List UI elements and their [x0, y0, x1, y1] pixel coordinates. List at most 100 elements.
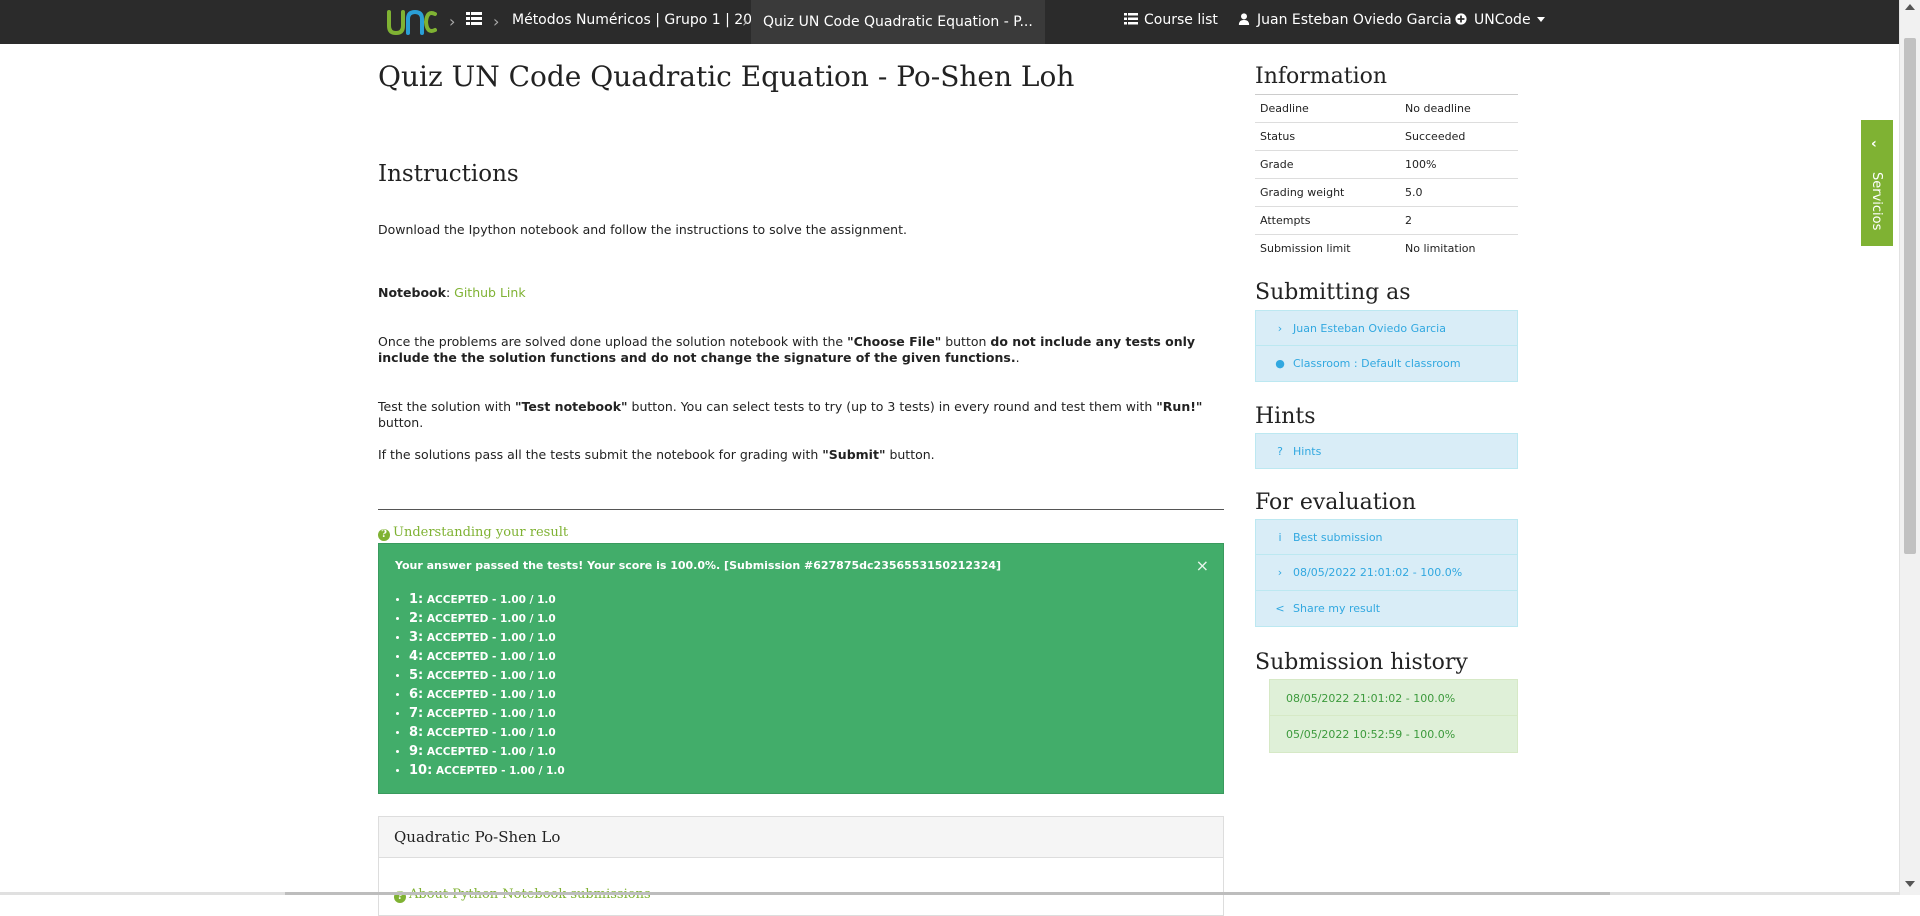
hints-group: ? Hints — [1255, 433, 1518, 469]
vertical-scrollbar[interactable] — [1899, 0, 1920, 895]
test-result-item: 1: ACCEPTED - 1.00 / 1.0 — [409, 590, 565, 609]
scroll-thumb[interactable] — [1904, 38, 1916, 554]
test-text: button. You can select tests to try (up … — [627, 399, 1157, 414]
history-item[interactable]: 08/05/2022 21:01:02 - 100.0% — [1269, 679, 1518, 716]
chevron-right-icon: › — [449, 12, 456, 31]
upload-text: Once the problems are solved done upload… — [378, 334, 848, 349]
list-icon[interactable] — [466, 12, 482, 26]
test-result-item: 8: ACCEPTED - 1.00 / 1.0 — [409, 723, 565, 742]
notebook-separator: : — [445, 285, 455, 300]
test-notebook-ref: "Test notebook" — [515, 399, 628, 414]
test-text: button. — [378, 415, 424, 430]
question-circle-icon: ? — [378, 529, 390, 541]
submitting-user-label: Juan Esteban Oviedo Garcia — [1293, 322, 1446, 335]
info-label: Grading weight — [1255, 178, 1400, 207]
servicios-label: Servicios — [1869, 172, 1884, 231]
submission-history-heading: Submission history — [1255, 650, 1468, 675]
problem-panel: Quadratic Po-Shen Lo ?About Python Noteb… — [378, 816, 1224, 916]
uncode-menu[interactable]: UNCode — [1454, 12, 1545, 28]
test-result-item: 9: ACCEPTED - 1.00 / 1.0 — [409, 742, 565, 761]
test-number: 5: — [409, 668, 424, 683]
users-icon: ● — [1275, 357, 1285, 370]
result-message: Your answer passed the tests! Your score… — [395, 559, 1002, 572]
submitting-user-item[interactable]: › Juan Esteban Oviedo Garcia — [1255, 310, 1518, 346]
submission-history-list: 08/05/2022 21:01:02 - 100.0% 05/05/2022 … — [1269, 679, 1518, 753]
chevron-right-icon: › — [1277, 322, 1283, 335]
course-list-link[interactable]: Course list — [1124, 12, 1218, 28]
test-result-item: 10: ACCEPTED - 1.00 / 1.0 — [409, 761, 565, 780]
list-icon — [1124, 13, 1138, 25]
test-result-item: 3: ACCEPTED - 1.00 / 1.0 — [409, 628, 565, 647]
info-value: No limitation — [1400, 234, 1518, 262]
problem-heading: Quadratic Po-Shen Lo — [379, 817, 1223, 858]
info-value: 100% — [1400, 150, 1518, 179]
submit-instructions: If the solutions pass all the tests subm… — [378, 447, 1224, 463]
evaluation-submission-item[interactable]: › 08/05/2022 21:01:02 - 100.0% — [1255, 555, 1518, 591]
test-number: 8: — [409, 725, 424, 740]
scroll-up-arrow-icon[interactable] — [1905, 4, 1915, 10]
uncode-logo[interactable] — [385, 6, 437, 38]
share-result-item[interactable]: < Share my result — [1255, 591, 1518, 627]
divider — [378, 509, 1224, 510]
test-number: 3: — [409, 630, 424, 645]
breadcrumb-task[interactable]: Quiz UN Code Quadratic Equation - P... — [751, 0, 1045, 44]
info-row: Grading weight 5.0 — [1255, 178, 1518, 207]
close-icon[interactable]: × — [1196, 556, 1209, 575]
test-instructions: Test the solution with "Test notebook" b… — [378, 399, 1224, 431]
test-status: ACCEPTED - 1.00 / 1.0 — [426, 632, 556, 644]
evaluation-submission-label: 08/05/2022 21:01:02 - 100.0% — [1293, 566, 1463, 579]
test-number: 7: — [409, 706, 424, 721]
course-list-label: Course list — [1144, 12, 1218, 28]
info-value: 5.0 — [1400, 178, 1518, 207]
info-label: Status — [1255, 122, 1400, 151]
understanding-result-label: Understanding your result — [393, 525, 569, 540]
hints-item[interactable]: ? Hints — [1255, 433, 1518, 469]
test-number: 2: — [409, 611, 424, 626]
download-instructions: Download the Ipython notebook and follow… — [378, 222, 907, 237]
evaluation-group: i Best submission › 08/05/2022 21:01:02 - … — [1255, 519, 1518, 627]
servicios-tab[interactable]: ‹ Servicios — [1861, 120, 1893, 246]
hints-label: Hints — [1293, 445, 1322, 458]
best-submission-item[interactable]: i Best submission — [1255, 519, 1518, 555]
about-notebook-link[interactable]: ?About Python Notebook submissions — [394, 887, 651, 903]
for-evaluation-heading: For evaluation — [1255, 490, 1416, 515]
info-label: Attempts — [1255, 206, 1400, 235]
test-result-item: 2: ACCEPTED - 1.00 / 1.0 — [409, 609, 565, 628]
test-status: ACCEPTED - 1.00 / 1.0 — [426, 594, 556, 606]
user-name: Juan Esteban Oviedo Garcia — [1257, 12, 1452, 28]
info-row: Attempts 2 — [1255, 206, 1518, 235]
test-result-item: 5: ACCEPTED - 1.00 / 1.0 — [409, 666, 565, 685]
info-label: Deadline — [1255, 94, 1400, 123]
scroll-down-arrow-icon[interactable] — [1905, 881, 1915, 887]
test-status: ACCEPTED - 1.00 / 1.0 — [426, 613, 556, 625]
test-status: ACCEPTED - 1.00 / 1.0 — [426, 727, 556, 739]
user-icon — [1238, 13, 1250, 25]
question-icon: ? — [1277, 445, 1283, 458]
test-text: Test the solution with — [378, 399, 516, 414]
run-ref: "Run!" — [1156, 399, 1203, 414]
test-status: ACCEPTED - 1.00 / 1.0 — [435, 765, 565, 777]
test-result-item: 7: ACCEPTED - 1.00 / 1.0 — [409, 704, 565, 723]
info-icon: i — [1278, 531, 1282, 544]
classroom-item[interactable]: ● Classroom : Default classroom — [1255, 346, 1518, 382]
info-row: Grade 100% — [1255, 150, 1518, 179]
chevron-left-icon: ‹ — [1871, 136, 1877, 152]
test-result-item: 6: ACCEPTED - 1.00 / 1.0 — [409, 685, 565, 704]
info-row: Submission limit No limitation — [1255, 234, 1518, 262]
information-table: Deadline No deadline Status Succeeded Grad… — [1255, 94, 1518, 262]
test-number: 6: — [409, 687, 424, 702]
github-link[interactable]: Github Link — [454, 285, 525, 300]
chevron-right-icon: › — [1277, 566, 1283, 579]
understanding-result-link[interactable]: ? Understanding your result — [378, 525, 568, 541]
information-heading: Information — [1255, 64, 1388, 89]
instructions-heading: Instructions — [378, 161, 519, 187]
submit-text: If the solutions pass all the tests subm… — [378, 447, 823, 462]
test-status: ACCEPTED - 1.00 / 1.0 — [426, 670, 556, 682]
history-item[interactable]: 05/05/2022 10:52:59 - 100.0% — [1269, 716, 1518, 753]
upload-instructions: Once the problems are solved done upload… — [378, 334, 1224, 366]
share-result-label: Share my result — [1293, 602, 1381, 615]
upload-text: button — [941, 334, 991, 349]
test-number: 9: — [409, 744, 424, 759]
classroom-label: Classroom : Default classroom — [1293, 357, 1461, 370]
user-menu[interactable]: Juan Esteban Oviedo Garcia — [1237, 12, 1466, 28]
